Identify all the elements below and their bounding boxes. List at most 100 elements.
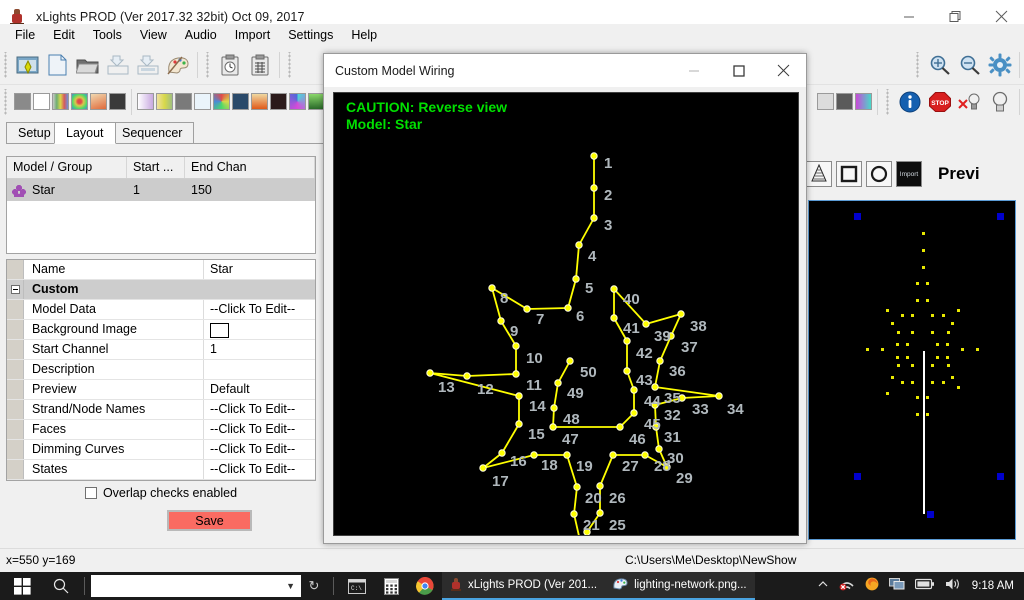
wiring-node-39[interactable] (642, 320, 650, 328)
wiring-node-5[interactable] (572, 275, 580, 283)
info-icon[interactable] (895, 87, 925, 117)
effect-vumeter-icon[interactable] (836, 93, 853, 110)
col-end-chan[interactable]: End Chan (185, 157, 315, 178)
custom-model-wiring-dialog[interactable]: Custom Model Wiring CAUTION: Reverse vie… (323, 53, 807, 544)
wiring-node-6[interactable] (564, 304, 572, 312)
menu-settings[interactable]: Settings (279, 26, 342, 44)
wiring-node-47[interactable] (549, 423, 557, 431)
rectangle-model-icon[interactable] (836, 161, 862, 187)
property-value[interactable]: --Click To Edit-- (204, 420, 315, 439)
search-input[interactable]: ▼ (91, 575, 301, 597)
wiring-node-35[interactable] (651, 383, 659, 391)
toolbar-grip-zoom[interactable] (915, 51, 922, 78)
render-all-icon[interactable] (215, 50, 245, 80)
palette-icon[interactable] (163, 50, 193, 80)
save-button[interactable]: Save (167, 510, 252, 531)
dialog-minimize-icon[interactable] (671, 54, 716, 87)
wiring-node-30[interactable] (655, 445, 663, 453)
menu-view[interactable]: View (131, 26, 176, 44)
menu-file[interactable]: File (6, 26, 44, 44)
taskbar-app-paint[interactable]: lighting-network.png... (605, 572, 755, 600)
preview-canvas[interactable] (808, 200, 1016, 540)
wiring-node-26[interactable] (596, 482, 604, 490)
preview-corner-handle[interactable] (854, 213, 861, 220)
display-icon[interactable] (888, 577, 905, 596)
table-row[interactable]: Star 1 150 (7, 179, 315, 201)
settings-gear-icon[interactable] (985, 50, 1015, 80)
effect-color-wash-icon[interactable] (137, 93, 154, 110)
wiring-node-16[interactable] (498, 449, 506, 457)
wiring-node-28[interactable] (641, 451, 649, 459)
taskbar-app-xlights[interactable]: xLights PROD (Ver 201... (442, 572, 606, 600)
wiring-node-15[interactable] (515, 420, 523, 428)
menu-edit[interactable]: Edit (44, 26, 84, 44)
wiring-node-12[interactable] (463, 372, 471, 380)
save-icon[interactable] (103, 50, 133, 80)
menu-help[interactable]: Help (342, 26, 386, 44)
property-grid[interactable]: Name Star Custom Model Data --Click To E… (6, 259, 316, 481)
property-row-start-channel[interactable]: Start Channel 1 (7, 340, 315, 360)
effect-fireworks-icon[interactable] (270, 93, 287, 110)
overlap-checks-row[interactable]: Overlap checks enabled (6, 486, 316, 500)
property-value[interactable]: Star (204, 260, 315, 279)
wiring-node-38[interactable] (677, 310, 685, 318)
effect-fire-icon[interactable] (251, 93, 268, 110)
property-value[interactable]: --Click To Edit-- (204, 460, 315, 479)
wiring-node-34[interactable] (715, 392, 723, 400)
chrome-icon[interactable] (408, 572, 442, 600)
zoom-out-icon[interactable] (955, 50, 985, 80)
zoom-in-icon[interactable] (925, 50, 955, 80)
property-row-background-image[interactable]: Background Image (7, 320, 315, 340)
wiring-node-18[interactable] (530, 451, 538, 459)
property-row-description[interactable]: Description (7, 360, 315, 380)
dialog-close-icon[interactable] (761, 54, 806, 87)
property-value[interactable] (204, 360, 315, 379)
wiring-node-41[interactable] (610, 314, 618, 322)
wiring-node-42[interactable] (623, 337, 631, 345)
property-row-dimming-curves[interactable]: Dimming Curves --Click To Edit-- (7, 440, 315, 460)
effects-grip[interactable] (3, 88, 10, 115)
property-category-custom[interactable]: Custom (7, 280, 315, 300)
info-grip[interactable] (885, 88, 892, 115)
preview-corner-handle[interactable] (997, 213, 1004, 220)
effect-piano-icon[interactable] (817, 93, 834, 110)
volume-icon[interactable] (945, 577, 961, 596)
new-show-folder-icon[interactable] (13, 50, 43, 80)
wiring-view[interactable]: CAUTION: Reverse view Model: Star 123456… (333, 92, 799, 536)
tree-model-icon[interactable] (806, 161, 832, 187)
calculator-icon[interactable] (374, 572, 408, 600)
taskbar-clock[interactable]: 9:18 AM (972, 580, 1014, 592)
property-row-strand-node-names[interactable]: Strand/Node Names --Click To Edit-- (7, 400, 315, 420)
effect-dmx-icon[interactable] (175, 93, 192, 110)
tab-layout[interactable]: Layout (54, 122, 116, 144)
property-row-faces[interactable]: Faces --Click To Edit-- (7, 420, 315, 440)
tab-sequencer[interactable]: Sequencer (110, 122, 195, 144)
property-value[interactable]: --Click To Edit-- (204, 300, 315, 319)
menu-tools[interactable]: Tools (84, 26, 131, 44)
property-row-states[interactable]: States --Click To Edit-- (7, 460, 315, 480)
lights-on-icon[interactable] (985, 87, 1015, 117)
circle-model-icon[interactable] (866, 161, 892, 187)
effect-on-icon[interactable] (33, 93, 50, 110)
wiring-node-45[interactable] (630, 409, 638, 417)
network-error-icon[interactable] (839, 577, 855, 596)
search-icon[interactable] (44, 572, 78, 600)
wiring-node-9[interactable] (497, 317, 505, 325)
wiring-node-1[interactable] (590, 152, 598, 160)
firefox-icon[interactable] (865, 577, 879, 596)
wiring-node-48[interactable] (550, 404, 558, 412)
wiring-node-21[interactable] (570, 510, 578, 518)
col-model-group[interactable]: Model / Group (7, 157, 127, 178)
wiring-node-3[interactable] (590, 214, 598, 222)
command-prompt-icon[interactable]: C:\ (340, 572, 374, 600)
preview-pole-base-handle[interactable] (927, 511, 934, 518)
wiring-node-46[interactable] (616, 423, 624, 431)
wiring-node-10[interactable] (512, 342, 520, 350)
chevron-up-icon[interactable] (817, 577, 829, 595)
property-value[interactable]: Default (204, 380, 315, 399)
import-model-icon[interactable]: Import (896, 161, 922, 187)
open-sequence-icon[interactable] (73, 50, 103, 80)
overlap-checks-checkbox[interactable] (84, 487, 97, 499)
toolbar-grip-3[interactable] (287, 51, 294, 78)
windows-start-icon[interactable] (0, 572, 44, 600)
